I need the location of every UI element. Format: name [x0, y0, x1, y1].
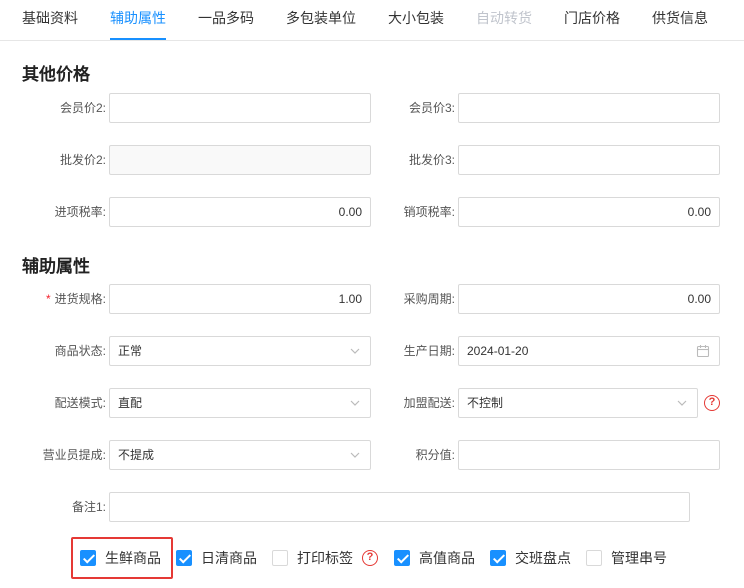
product-status-select[interactable]: 正常: [109, 336, 371, 366]
purchase-spec-label-text: 进货规格:: [54, 292, 106, 306]
checkbox-checked[interactable]: [176, 550, 192, 566]
franchise-delivery-label: 加盟配送:: [403, 396, 455, 410]
tab-auto-transfer: 自动转货: [476, 10, 532, 26]
checkbox-daily-clear-goods[interactable]: 日清商品: [176, 548, 257, 568]
wholesale-price2-input[interactable]: [109, 145, 371, 175]
wholesale-price2-label: 批发价2:: [59, 153, 106, 167]
product-status-label: 商品状态:: [54, 344, 106, 358]
required-mark: *: [45, 292, 51, 306]
points-input[interactable]: [458, 440, 720, 470]
tab-store-price[interactable]: 门店价格: [564, 0, 620, 40]
purchase-spec-input[interactable]: 1.00: [109, 284, 371, 314]
product-status-value: 正常: [118, 344, 143, 358]
checkbox-checked[interactable]: [80, 550, 96, 566]
checkbox-label: 日清商品: [201, 550, 257, 566]
chevron-down-icon: [350, 348, 360, 354]
sales-commission-label: 营业员提成:: [42, 448, 106, 462]
points-label: 积分值:: [415, 448, 455, 462]
franchise-delivery-select[interactable]: 不控制: [458, 388, 698, 418]
checkbox-print-label[interactable]: 打印标签: [272, 548, 353, 568]
help-icon[interactable]: ?: [704, 395, 720, 411]
input-tax-input[interactable]: 0.00: [109, 197, 371, 227]
member-price2-label: 会员价2:: [59, 101, 106, 115]
sales-commission-select[interactable]: 不提成: [109, 440, 371, 470]
purchase-cycle-input[interactable]: 0.00: [458, 284, 720, 314]
checkbox-label: 管理串号: [611, 550, 667, 566]
checkbox-high-value-goods[interactable]: 高值商品: [394, 548, 475, 568]
checkbox-label: 交班盘点: [515, 550, 571, 566]
input-tax-label: 进项税率:: [54, 205, 106, 219]
output-tax-label: 销项税率:: [403, 205, 455, 219]
tab-aux-attributes[interactable]: 辅助属性: [110, 0, 166, 40]
production-date-value: 2024-01-20: [467, 344, 529, 358]
calendar-icon[interactable]: [696, 344, 710, 358]
production-date-label: 生产日期:: [403, 344, 455, 358]
tab-size-package[interactable]: 大小包装: [388, 0, 444, 40]
purchase-spec-label: * 进货规格:: [20, 284, 106, 314]
remark1-label: 备注1:: [71, 500, 106, 514]
sales-commission-value: 不提成: [118, 448, 155, 462]
chevron-down-icon: [350, 452, 360, 458]
purchase-cycle-label: 采购周期:: [403, 292, 455, 306]
production-date-picker[interactable]: 2024-01-20: [458, 336, 720, 366]
member-price2-input[interactable]: [109, 93, 371, 123]
wholesale-price3-input[interactable]: [458, 145, 720, 175]
checkbox-unchecked[interactable]: [272, 550, 288, 566]
member-price3-input[interactable]: [458, 93, 720, 123]
section-title-other-prices: 其他价格: [22, 65, 90, 84]
delivery-mode-label: 配送模式:: [54, 396, 106, 410]
output-tax-input[interactable]: 0.00: [458, 197, 720, 227]
checkbox-label: 高值商品: [419, 550, 475, 566]
tab-bar: 基础资料 辅助属性 一品多码 多包装单位 大小包装 自动转货 门店价格 供货信息: [0, 0, 744, 41]
chevron-down-icon: [350, 400, 360, 406]
checkbox-label: 打印标签: [297, 550, 353, 566]
tab-multi-code[interactable]: 一品多码: [198, 0, 254, 40]
checkbox-fresh-goods[interactable]: 生鲜商品: [80, 548, 161, 568]
chevron-down-icon: [677, 400, 687, 406]
tab-multi-package-unit[interactable]: 多包装单位: [286, 0, 356, 40]
delivery-mode-select[interactable]: 直配: [109, 388, 371, 418]
member-price3-label: 会员价3:: [408, 101, 455, 115]
tab-supply-info[interactable]: 供货信息: [652, 0, 708, 40]
help-icon[interactable]: ?: [362, 550, 378, 566]
tab-basic-info[interactable]: 基础资料: [22, 0, 78, 40]
checkbox-checked[interactable]: [394, 550, 410, 566]
checkbox-checked[interactable]: [490, 550, 506, 566]
franchise-delivery-value: 不控制: [467, 396, 504, 410]
checkbox-unchecked[interactable]: [586, 550, 602, 566]
remark1-input[interactable]: [109, 492, 690, 522]
checkbox-shift-inventory[interactable]: 交班盘点: [490, 548, 571, 568]
checkbox-label: 生鲜商品: [105, 550, 161, 566]
checkbox-manage-serial[interactable]: 管理串号: [586, 548, 667, 568]
section-title-aux-attributes: 辅助属性: [22, 257, 90, 276]
delivery-mode-value: 直配: [118, 396, 143, 410]
wholesale-price3-label: 批发价3:: [408, 153, 455, 167]
